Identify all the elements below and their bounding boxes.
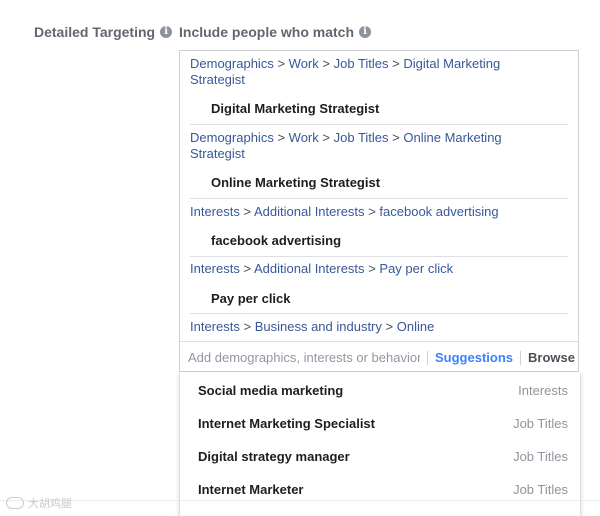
suggestion-name: Social media marketing: [198, 383, 344, 398]
targeting-box: Demographics > Work > Job Titles > Digit…: [179, 50, 579, 372]
path-separator: >: [243, 319, 252, 334]
entry-divider: [190, 198, 568, 199]
path-segment[interactable]: Additional Interests: [254, 204, 365, 219]
suggestion-item[interactable]: Internet Marketer Job Titles: [180, 473, 580, 506]
suggestion-category: Job Titles: [513, 449, 568, 464]
info-icon[interactable]: i: [359, 26, 372, 38]
suggestions-dropdown: Social media marketing Interests Interne…: [179, 373, 581, 516]
search-divider: [520, 350, 522, 365]
suggestion-name: Internet Marketing Specialist: [198, 416, 375, 431]
path-segment[interactable]: Job Titles: [334, 56, 389, 71]
path-segment[interactable]: Online: [397, 319, 435, 334]
path-segment[interactable]: Work: [289, 130, 319, 145]
targeting-path: Demographics > Work > Job Titles > Onlin…: [190, 130, 520, 162]
entry-divider: [190, 313, 568, 314]
search-divider: [427, 350, 428, 365]
suggestion-item[interactable]: Digital strategy manager Job Titles: [180, 440, 580, 473]
watermark: 大胡鸡腿: [6, 495, 72, 511]
suggestion-name: Digital strategy manager: [198, 449, 350, 464]
info-icon[interactable]: i: [160, 26, 173, 38]
detailed-targeting-text: Detailed Targeting: [34, 24, 156, 40]
suggestion-item[interactable]: Social media marketing Interests: [180, 374, 580, 407]
path-separator: >: [392, 130, 400, 145]
browse-button[interactable]: Browse: [528, 350, 575, 365]
watermark-icon: [6, 497, 24, 509]
targeting-term: Digital Marketing Strategist: [211, 101, 380, 116]
path-separator: >: [368, 261, 376, 276]
targeting-path: Interests > Business and industry > Onli…: [190, 319, 570, 335]
detailed-targeting-label: Detailed Targeting i: [34, 24, 173, 40]
section-divider: [0, 500, 600, 501]
path-segment[interactable]: Demographics: [190, 56, 274, 71]
targeting-term: facebook advertising: [211, 233, 342, 248]
path-segment[interactable]: Business and industry: [255, 319, 382, 334]
path-separator: >: [243, 261, 252, 276]
targeting-path: Demographics > Work > Job Titles > Digit…: [190, 56, 520, 88]
targeting-search-input[interactable]: [188, 350, 420, 365]
watermark-text: 大胡鸡腿: [28, 498, 72, 510]
path-separator: >: [243, 204, 252, 219]
targeting-path: Interests > Additional Interests > Pay p…: [190, 261, 570, 277]
suggestion-name: Internet Marketer: [198, 482, 304, 497]
path-segment[interactable]: Job Titles: [334, 130, 389, 145]
path-segment[interactable]: Pay per click: [379, 261, 453, 276]
suggestion-category: Job Titles: [513, 482, 568, 497]
suggestion-item[interactable]: Internet Marketing Specialist Job Titles: [180, 407, 580, 440]
targeting-term: Online Marketing Strategist: [211, 175, 381, 190]
include-match-text: Include people who match: [179, 24, 355, 40]
path-separator: >: [277, 130, 286, 145]
path-segment[interactable]: Interests: [190, 319, 240, 334]
search-row: Suggestions Browse: [180, 341, 578, 373]
entry-divider: [190, 256, 568, 257]
path-segment[interactable]: Additional Interests: [254, 261, 365, 276]
path-separator: >: [368, 204, 376, 219]
suggestions-button[interactable]: Suggestions: [435, 350, 513, 365]
path-segment[interactable]: facebook advertising: [379, 204, 498, 219]
path-segment[interactable]: Demographics: [190, 130, 274, 145]
include-match-label: Include people who match i: [179, 24, 372, 40]
path-separator: >: [385, 319, 394, 334]
targeting-term: Pay per click: [211, 291, 291, 306]
suggestion-category: Job Titles: [513, 416, 568, 431]
path-separator: >: [322, 56, 330, 71]
path-segment[interactable]: Interests: [190, 261, 240, 276]
suggestion-category: Interests: [518, 383, 568, 398]
entry-divider: [190, 124, 568, 125]
path-separator: >: [322, 130, 330, 145]
path-separator: >: [277, 56, 286, 71]
path-segment[interactable]: Work: [289, 56, 319, 71]
targeting-path: Interests > Additional Interests > faceb…: [190, 204, 570, 220]
path-separator: >: [392, 56, 400, 71]
path-segment[interactable]: Interests: [190, 204, 240, 219]
